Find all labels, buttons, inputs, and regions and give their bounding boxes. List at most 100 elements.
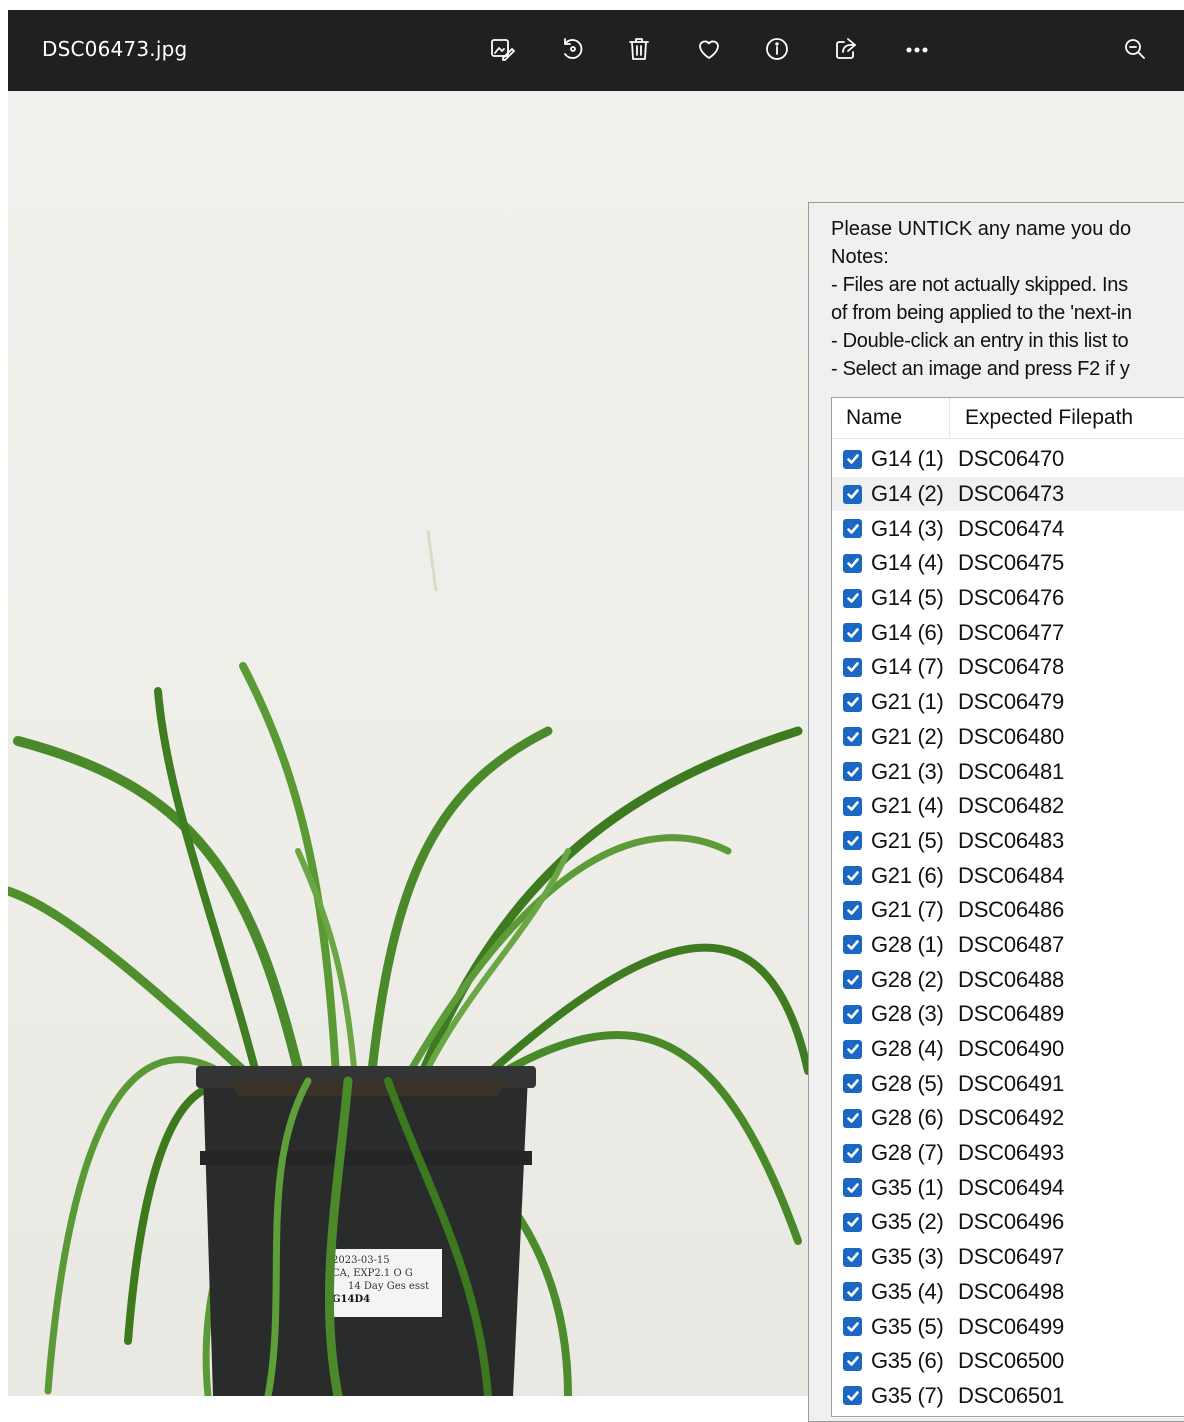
item-checkbox[interactable]: [843, 588, 862, 608]
list-item[interactable]: G14 (5) DSC06476: [832, 581, 1184, 616]
info-button[interactable]: [758, 32, 796, 70]
list-item[interactable]: G14 (1) DSC06470: [832, 442, 1184, 477]
item-checkbox[interactable]: [843, 692, 862, 712]
item-name: G35 (6): [871, 1348, 944, 1374]
item-checkbox[interactable]: [843, 970, 862, 990]
list-item[interactable]: G21 (1) DSC06479: [832, 685, 1184, 720]
note-line-4: - Select an image and press F2 if y: [831, 358, 1130, 380]
list-item[interactable]: G28 (7) DSC06493: [832, 1136, 1184, 1171]
item-checkbox[interactable]: [843, 900, 862, 920]
item-checkbox[interactable]: [843, 831, 862, 851]
column-header-expected-filepath[interactable]: Expected Filepath: [965, 406, 1133, 430]
item-checkbox[interactable]: [843, 1108, 862, 1128]
item-checkbox[interactable]: [843, 1143, 862, 1163]
list-item[interactable]: G21 (5) DSC06483: [832, 824, 1184, 859]
item-checkbox[interactable]: [843, 1212, 862, 1232]
dialog-notes: Please UNTICK any name you do Notes: - F…: [831, 215, 1184, 383]
zoom-out-button[interactable]: [1116, 32, 1154, 70]
item-expected-filepath: DSC06499: [958, 1313, 1065, 1339]
item-checkbox[interactable]: [843, 553, 862, 573]
list-item[interactable]: G21 (4) DSC06482: [832, 789, 1184, 824]
edit-image-button[interactable]: [483, 32, 521, 70]
item-expected-filepath: DSC06475: [958, 550, 1065, 576]
list-item[interactable]: G21 (3) DSC06481: [832, 754, 1184, 789]
item-checkbox[interactable]: [843, 1039, 862, 1059]
item-checkbox[interactable]: [843, 484, 862, 504]
item-checkbox[interactable]: [843, 1178, 862, 1198]
item-name: G35 (5): [871, 1313, 944, 1339]
list-item[interactable]: G35 (1) DSC06494: [832, 1170, 1184, 1205]
item-expected-filepath: DSC06478: [958, 654, 1065, 680]
list-item[interactable]: G21 (7) DSC06486: [832, 893, 1184, 928]
file-list[interactable]: Name Expected Filepath G14 (1) DSC06470 G1…: [831, 397, 1184, 1417]
checkmark-icon: [846, 627, 859, 638]
checkmark-icon: [846, 974, 859, 985]
checkmark-icon: [846, 940, 859, 950]
checkmark-icon: [846, 1044, 859, 1054]
item-checkbox[interactable]: [843, 1351, 862, 1371]
share-button[interactable]: [827, 32, 865, 70]
item-name: G28 (6): [871, 1105, 944, 1131]
item-checkbox[interactable]: [843, 519, 862, 539]
item-checkbox[interactable]: [843, 1247, 862, 1267]
checkmark-icon: [846, 1078, 859, 1089]
item-checkbox[interactable]: [843, 866, 862, 886]
item-name: G21 (4): [871, 793, 944, 819]
item-checkbox[interactable]: [843, 657, 862, 677]
item-checkbox[interactable]: [843, 762, 862, 782]
list-item[interactable]: G28 (2) DSC06488: [832, 962, 1184, 997]
column-divider[interactable]: [949, 398, 950, 438]
list-item[interactable]: G35 (5) DSC06499: [832, 1309, 1184, 1344]
item-checkbox[interactable]: [843, 935, 862, 955]
list-item[interactable]: G28 (4) DSC06490: [832, 1032, 1184, 1067]
list-item[interactable]: G28 (6) DSC06492: [832, 1101, 1184, 1136]
column-header-name[interactable]: Name: [846, 406, 902, 430]
list-item[interactable]: G28 (1) DSC06487: [832, 928, 1184, 963]
item-expected-filepath: DSC06479: [958, 689, 1065, 715]
item-checkbox[interactable]: [843, 1282, 862, 1302]
list-item[interactable]: G14 (4) DSC06475: [832, 546, 1184, 581]
item-expected-filepath: DSC06483: [958, 827, 1065, 853]
item-expected-filepath: DSC06480: [958, 723, 1065, 749]
item-expected-filepath: DSC06476: [958, 585, 1065, 611]
item-checkbox[interactable]: [843, 449, 862, 469]
favorite-button[interactable]: [690, 32, 728, 70]
list-item[interactable]: G28 (5) DSC06491: [832, 1066, 1184, 1101]
list-item[interactable]: G14 (2) DSC06473: [832, 476, 1184, 512]
item-checkbox[interactable]: [843, 796, 862, 816]
checkmark-icon: [846, 732, 859, 742]
item-name: G14 (3): [871, 515, 944, 541]
checkmark-icon: [846, 870, 859, 881]
delete-icon: [626, 36, 652, 66]
item-checkbox[interactable]: [843, 623, 862, 643]
list-item[interactable]: G21 (6) DSC06484: [832, 858, 1184, 893]
item-expected-filepath: DSC06491: [958, 1070, 1065, 1096]
list-item[interactable]: G14 (7) DSC06478: [832, 650, 1184, 685]
list-item[interactable]: G21 (2) DSC06480: [832, 720, 1184, 755]
item-checkbox[interactable]: [843, 1074, 862, 1094]
item-checkbox[interactable]: [843, 1004, 862, 1024]
item-checkbox[interactable]: [843, 1317, 862, 1337]
item-name: G28 (7): [871, 1140, 944, 1166]
note-line-1: - Files are not actually skipped. Ins: [831, 274, 1128, 296]
list-item[interactable]: G14 (3) DSC06474: [832, 511, 1184, 546]
list-item[interactable]: G28 (3) DSC06489: [832, 997, 1184, 1032]
item-expected-filepath: DSC06493: [958, 1140, 1065, 1166]
checkmark-icon: [846, 1252, 859, 1262]
item-checkbox[interactable]: [843, 727, 862, 747]
list-item[interactable]: G35 (6) DSC06500: [832, 1344, 1184, 1379]
notes-heading: Notes:: [831, 246, 889, 268]
list-item[interactable]: G35 (3) DSC06497: [832, 1240, 1184, 1275]
more-options-button[interactable]: [898, 32, 936, 70]
delete-button[interactable]: [620, 32, 658, 70]
checkmark-icon: [846, 454, 859, 465]
list-rows: G14 (1) DSC06470 G14 (2) DSC06473 G14 (3) DSC…: [832, 442, 1184, 1413]
rotate-button[interactable]: [553, 32, 591, 70]
checkmark-icon: [846, 905, 859, 916]
item-expected-filepath: DSC06498: [958, 1278, 1065, 1304]
list-item[interactable]: G35 (2) DSC06496: [832, 1205, 1184, 1240]
list-header: Name Expected Filepath: [832, 398, 1184, 439]
list-item[interactable]: G35 (4) DSC06498: [832, 1275, 1184, 1310]
list-item[interactable]: G14 (6) DSC06477: [832, 615, 1184, 650]
checkmark-icon: [846, 766, 859, 777]
